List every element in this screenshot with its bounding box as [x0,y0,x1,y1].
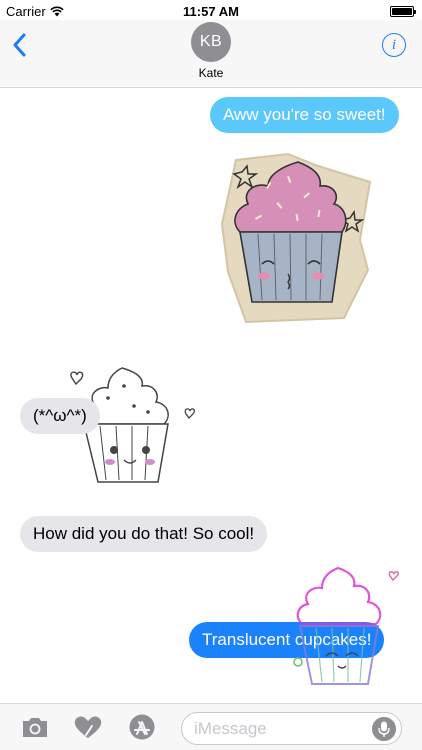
message-bubble-received[interactable]: (*^ω^*) [20,398,100,434]
heart-touch-icon[interactable] [73,714,103,740]
microphone-icon[interactable] [372,717,396,741]
battery-icon [390,6,416,17]
compose-bar [0,703,422,750]
camera-icon[interactable] [20,714,50,740]
message-bubble-sent[interactable]: Aww you're so sweet! [210,97,399,133]
app-store-icon[interactable] [127,714,157,740]
avatar[interactable]: KB [191,22,231,62]
pink-cupcake-sticker[interactable] [218,152,378,324]
contact-name[interactable]: Kate [0,66,422,80]
message-bubble-received[interactable]: How did you do that! So cool! [20,516,268,552]
message-field[interactable] [181,712,402,745]
message-bubble-sent[interactable]: Translucent cupcakes! [189,622,385,658]
status-bar: Carrier 11:57 AM [0,0,422,22]
chevron-left-icon[interactable] [10,32,30,58]
conversation-header: KB Kate i [0,20,422,88]
message-input[interactable] [194,717,364,741]
clock: 11:57 AM [183,4,239,19]
info-icon[interactable]: i [382,33,406,57]
